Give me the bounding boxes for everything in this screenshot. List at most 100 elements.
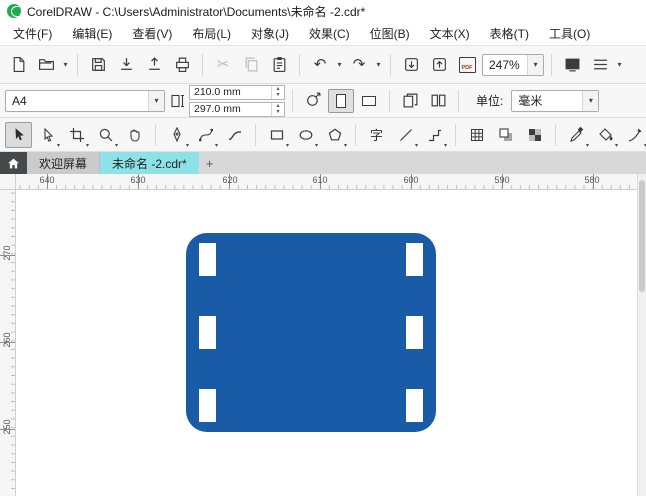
pick-tool[interactable] bbox=[5, 121, 32, 148]
vertical-scrollbar[interactable] bbox=[637, 174, 646, 496]
separator bbox=[202, 53, 203, 76]
import-button[interactable] bbox=[398, 52, 424, 78]
polygon-tool[interactable]: ▾ bbox=[321, 122, 348, 149]
page-preset-combobox[interactable]: A4 ▾ bbox=[5, 89, 165, 112]
export-button[interactable] bbox=[426, 52, 452, 78]
line-tool[interactable]: ▾ bbox=[392, 122, 419, 149]
interactive-fill-tool[interactable]: ▾ bbox=[592, 122, 619, 149]
hruler-label: 600 bbox=[403, 175, 419, 185]
paste-button[interactable] bbox=[266, 52, 292, 78]
menu-text[interactable]: 文本(X) bbox=[420, 22, 480, 45]
dimension-tool[interactable]: ▾ bbox=[421, 122, 448, 149]
page-height-spinner[interactable]: 297.0 mm ▴ ▾ bbox=[189, 101, 285, 117]
redo-icon: ↷ bbox=[352, 56, 366, 73]
hruler-label: 590 bbox=[494, 175, 510, 185]
tab-document[interactable]: 未命名 -2.cdr* bbox=[100, 152, 199, 174]
redo-button[interactable]: ↷ bbox=[346, 52, 372, 78]
home-button[interactable] bbox=[0, 152, 27, 174]
ruler-origin-corner[interactable] bbox=[0, 174, 16, 190]
menu-layout[interactable]: 布局(L) bbox=[182, 22, 241, 45]
film-strip-shape[interactable] bbox=[186, 233, 436, 432]
page-size-spinners: 210.0 mm ▴ ▾ 297.0 mm ▴ ▾ bbox=[189, 84, 285, 117]
zoom-dropdown-caret-icon[interactable]: ▾ bbox=[527, 54, 543, 75]
publish-pdf-button[interactable]: PDF bbox=[454, 52, 480, 78]
portrait-icon bbox=[336, 93, 346, 108]
units-caret-icon[interactable]: ▾ bbox=[582, 90, 599, 111]
tab-welcome-screen[interactable]: 欢迎屏幕 bbox=[27, 152, 101, 174]
page-preset-caret-icon[interactable]: ▾ bbox=[148, 90, 164, 111]
save-button[interactable] bbox=[85, 52, 111, 78]
graph-paper-tool[interactable] bbox=[463, 122, 490, 148]
separator bbox=[299, 53, 300, 76]
bezier-flyout-icon: ▾ bbox=[214, 142, 218, 149]
redo-dropdown-caret-icon[interactable]: ▾ bbox=[374, 60, 383, 69]
menu-edit[interactable]: 编辑(E) bbox=[62, 22, 122, 45]
new-document-button[interactable] bbox=[5, 52, 31, 78]
hruler-label: 620 bbox=[222, 175, 238, 185]
transparency-tool[interactable] bbox=[521, 122, 548, 148]
artistic-media-tool[interactable] bbox=[221, 122, 248, 148]
pen-tool[interactable]: ▾ bbox=[163, 122, 190, 149]
horizontal-ruler[interactable]: 640 630 620 610 600 590 580 bbox=[16, 174, 637, 190]
zoom-level-value: 247% bbox=[489, 57, 520, 72]
new-tab-button[interactable]: + bbox=[199, 152, 221, 174]
rectangle-flyout-icon: ▾ bbox=[285, 142, 289, 149]
menu-effects[interactable]: 效果(C) bbox=[299, 22, 360, 45]
workspace: 640 630 620 610 600 590 580 270 260 250 bbox=[0, 174, 646, 496]
rectangle-tool[interactable]: ▾ bbox=[263, 122, 290, 149]
menu-bitmaps[interactable]: 位图(B) bbox=[360, 22, 420, 45]
vertical-ruler[interactable]: 270 260 250 bbox=[0, 190, 16, 496]
page-width-spinner[interactable]: 210.0 mm ▴ ▾ bbox=[189, 84, 285, 100]
width-spin-down-icon[interactable]: ▾ bbox=[272, 92, 284, 99]
text-tool[interactable]: 字 bbox=[363, 122, 390, 148]
window-title: CorelDRAW - C:\Users\Administrator\Docum… bbox=[27, 4, 366, 19]
print-button[interactable] bbox=[169, 52, 195, 78]
drawing-canvas[interactable] bbox=[16, 190, 637, 496]
autofit-page-button[interactable] bbox=[300, 88, 326, 114]
zoom-tool[interactable]: ▾ bbox=[92, 122, 119, 149]
separator bbox=[355, 123, 356, 146]
height-spin-down-icon[interactable]: ▾ bbox=[272, 109, 284, 116]
crop-flyout-icon: ▾ bbox=[85, 142, 89, 149]
current-page-button[interactable] bbox=[425, 88, 451, 114]
units-combobox[interactable]: 毫米 ▾ bbox=[511, 89, 600, 112]
undo-dropdown-caret-icon[interactable]: ▾ bbox=[335, 60, 344, 69]
view-options-button[interactable] bbox=[587, 52, 613, 78]
menu-bar: 文件(F) 编辑(E) 查看(V) 布局(L) 对象(J) 效果(C) 位图(B… bbox=[0, 22, 646, 46]
view-options-caret-icon[interactable]: ▾ bbox=[615, 60, 624, 69]
open-button[interactable] bbox=[33, 52, 59, 78]
title-bar: CorelDRAW - C:\Users\Administrator\Docum… bbox=[0, 0, 646, 22]
home-icon bbox=[8, 158, 19, 168]
portrait-orientation-button[interactable] bbox=[328, 88, 354, 113]
undo-button[interactable]: ↶ bbox=[307, 52, 333, 78]
all-pages-button[interactable] bbox=[397, 88, 423, 114]
film-strip-body bbox=[186, 233, 436, 432]
menu-tools[interactable]: 工具(O) bbox=[539, 22, 600, 45]
copy-button[interactable] bbox=[238, 52, 264, 78]
shadow-tool[interactable] bbox=[492, 122, 519, 148]
open-from-cloud-button[interactable] bbox=[113, 52, 139, 78]
zoom-level-combobox[interactable]: 247% ▾ bbox=[482, 53, 544, 76]
cut-button[interactable]: ✂ bbox=[210, 52, 236, 78]
outline-pen-tool[interactable]: ▾ bbox=[621, 122, 646, 149]
dimension-flyout-icon: ▾ bbox=[443, 142, 447, 149]
save-to-cloud-button[interactable] bbox=[141, 52, 167, 78]
fullscreen-preview-button[interactable] bbox=[559, 52, 585, 78]
eyedropper-tool[interactable]: ▾ bbox=[563, 122, 590, 149]
bezier-tool[interactable]: ▾ bbox=[192, 122, 219, 149]
pan-tool[interactable] bbox=[121, 122, 148, 148]
separator bbox=[255, 123, 256, 146]
menu-view[interactable]: 查看(V) bbox=[122, 22, 182, 45]
ellipse-tool[interactable]: ▾ bbox=[292, 122, 319, 149]
vruler-label: 270 bbox=[2, 245, 12, 261]
open-dropdown-caret-icon[interactable]: ▾ bbox=[61, 60, 70, 69]
vertical-scrollbar-thumb[interactable] bbox=[639, 180, 645, 292]
film-hole bbox=[199, 389, 216, 422]
menu-file[interactable]: 文件(F) bbox=[3, 22, 62, 45]
menu-object[interactable]: 对象(J) bbox=[241, 22, 299, 45]
landscape-orientation-button[interactable] bbox=[356, 89, 382, 113]
film-hole bbox=[406, 243, 423, 276]
shape-tool[interactable]: ▾ bbox=[34, 122, 61, 149]
menu-table[interactable]: 表格(T) bbox=[480, 22, 539, 45]
crop-tool[interactable]: ▾ bbox=[63, 122, 90, 149]
